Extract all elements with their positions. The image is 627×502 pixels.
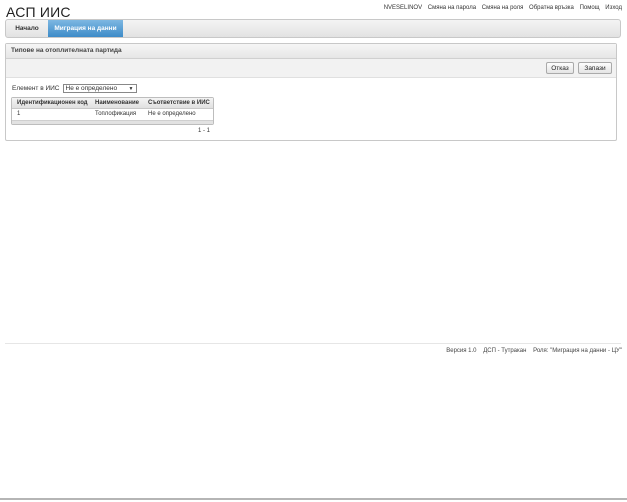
dropdown-arrow-icon: ▼	[128, 86, 134, 92]
app-title: АСП ИИС	[6, 4, 71, 20]
table-header: Идентификационен код Наименование Съотве…	[12, 98, 213, 109]
main-panel: Типове на отоплителната партида Отказ За…	[5, 43, 617, 141]
table-footer	[12, 120, 213, 124]
iis-element-selected: Не е определено	[65, 85, 118, 92]
panel-title: Типове на отоплителната партида	[6, 44, 616, 59]
tab-data-migration[interactable]: Миграция на данни	[48, 20, 123, 37]
footer-office: ДСП - Тутракан	[483, 348, 527, 354]
save-button[interactable]: Запази	[578, 62, 612, 74]
feedback-link[interactable]: Обратна връзка	[529, 5, 574, 11]
cancel-button[interactable]: Отказ	[546, 62, 574, 74]
iis-element-select[interactable]: Не е определено ▼	[62, 84, 137, 93]
main-navbar: Начало Миграция на данни	[5, 19, 621, 38]
cell-iis-match: Не е определено	[148, 111, 196, 117]
change-role-link[interactable]: Смяна на роля	[482, 5, 524, 11]
iis-element-label: Елемент в ИИС	[12, 85, 60, 92]
bottom-divider	[0, 498, 627, 500]
filter-row: Елемент в ИИС Не е определено ▼	[12, 84, 137, 93]
footer-version: Версия 1.0	[446, 348, 477, 354]
data-table: Идентификационен код Наименование Съотве…	[11, 97, 214, 125]
help-link[interactable]: Помощ	[580, 5, 600, 11]
column-header-iis-match[interactable]: Съответствие в ИИС	[145, 98, 213, 108]
pager: 1 - 1	[198, 128, 211, 134]
footer-role: Роля: "Миграция на данни - ЦУ"	[533, 348, 622, 354]
column-header-id[interactable]: Идентификационен код	[12, 98, 91, 108]
logout-link[interactable]: Изход	[605, 5, 622, 11]
user-link[interactable]: NVESELINOV	[384, 5, 422, 11]
footer-divider	[5, 343, 621, 344]
top-links: NVESELINOV Смяна на парола Смяна на роля…	[380, 5, 622, 11]
table-row[interactable]: 1 Топлофикация Не е определено	[12, 109, 213, 120]
column-header-name[interactable]: Наименование	[91, 98, 145, 108]
cell-id: 1	[17, 111, 21, 117]
change-password-link[interactable]: Смяна на парола	[428, 5, 476, 11]
tab-home[interactable]: Начало	[6, 20, 48, 37]
cell-name: Топлофикация	[95, 111, 137, 117]
footer: Версия 1.0 ДСП - Тутракан Роля: "Миграци…	[441, 348, 622, 354]
panel-toolbar: Отказ Запази	[6, 59, 616, 78]
